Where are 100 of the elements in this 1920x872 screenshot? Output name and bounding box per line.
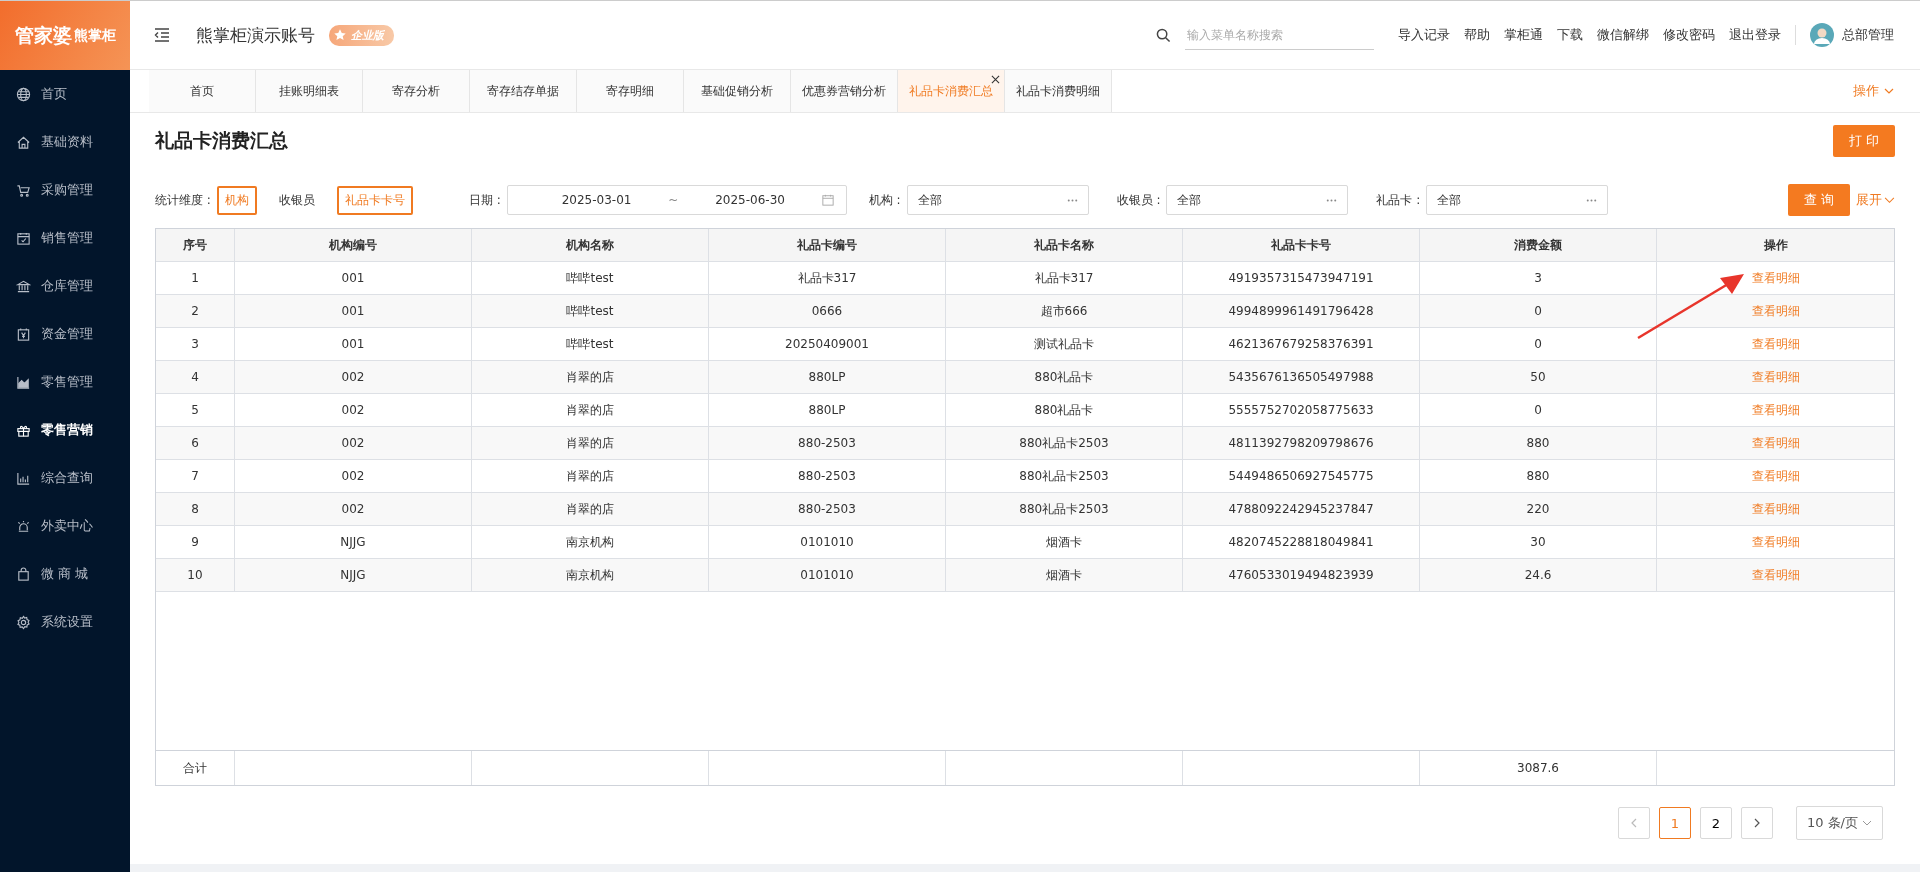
sidebar-item[interactable]: 仓库管理	[0, 262, 130, 310]
page-tab[interactable]: 基础促销分析	[684, 70, 791, 112]
filter-label: 日期 :	[468, 191, 501, 209]
table-cell: 20250409001	[709, 328, 946, 360]
filter-label: 收银员 :	[1116, 191, 1161, 209]
table-cell: 礼品卡317	[709, 262, 946, 294]
table-cell: 880礼品卡2503	[946, 427, 1183, 459]
user-name[interactable]: 总部管理	[1842, 26, 1894, 44]
table-cell: 测试礼品卡	[946, 328, 1183, 360]
table-cell: 50	[1420, 361, 1657, 393]
more-icon	[1066, 198, 1078, 202]
close-icon[interactable]	[991, 75, 1000, 84]
table-cell: 1	[156, 262, 235, 294]
page-tab[interactable]: 首页	[149, 70, 256, 112]
account-name: 熊掌柜演示账号	[196, 23, 315, 47]
cart-icon	[16, 182, 31, 198]
page-tab[interactable]: 礼品卡消费明细	[1005, 70, 1112, 112]
page-button[interactable]: 2	[1699, 807, 1732, 839]
menu-icon[interactable]	[154, 28, 170, 42]
table-cell: 烟酒卡	[946, 526, 1183, 558]
column-header: 礼品卡卡号	[1183, 229, 1420, 261]
table-cell: 南京机构	[472, 559, 709, 591]
select-value: 全部	[1437, 191, 1462, 209]
sidebar-item[interactable]: 外卖中心	[0, 502, 130, 550]
header-link[interactable]: 导入记录	[1398, 26, 1450, 44]
chevron-down-icon	[1862, 820, 1872, 826]
table-cell: 4994899961491796428	[1183, 295, 1420, 327]
dimension-toggle[interactable]: 收银员	[262, 185, 331, 215]
globe-icon	[16, 86, 31, 102]
table-cell: 5	[156, 394, 235, 426]
page-tab[interactable]: 寄存分析	[363, 70, 470, 112]
select-field[interactable]: 全部	[1166, 185, 1349, 215]
table-cell: 9	[156, 526, 235, 558]
settings-icon	[16, 614, 31, 630]
page-tab[interactable]: 寄存明细	[577, 70, 684, 112]
sidebar-item[interactable]: 首页	[0, 70, 130, 118]
table-cell: 0101010	[709, 526, 946, 558]
avatar-icon[interactable]	[1810, 23, 1834, 47]
table-cell: 0	[1420, 394, 1657, 426]
date-separator: ~	[668, 193, 679, 207]
header-link[interactable]: 修改密码	[1663, 26, 1715, 44]
chevron-down-icon	[1884, 196, 1895, 204]
total-cell: 3087.6	[1420, 751, 1657, 785]
sidebar-item[interactable]: 零售营销	[0, 406, 130, 454]
table-cell: 002	[235, 394, 472, 426]
table-cell: 002	[235, 427, 472, 459]
sidebar-item[interactable]: 系统设置	[0, 598, 130, 646]
header-link[interactable]: 微信解绑	[1597, 26, 1649, 44]
table-cell: 880礼品卡	[946, 394, 1183, 426]
page-size-select[interactable]: 10 条/页	[1795, 806, 1883, 840]
date-range-field[interactable]: 2025-03-01 ~ 2025-06-30	[506, 185, 847, 215]
table-cell: 礼品卡317	[946, 262, 1183, 294]
sidebar-item[interactable]: 销售管理	[0, 214, 130, 262]
table-cell: 0	[1420, 328, 1657, 360]
table-cell: 880礼品卡2503	[946, 493, 1183, 525]
sidebar-item[interactable]: 资金管理	[0, 310, 130, 358]
page-tab[interactable]: 优惠券营销分析	[791, 70, 898, 112]
header-link[interactable]: 帮助	[1464, 26, 1490, 44]
page-title: 礼品卡消费汇总	[155, 128, 288, 153]
table-cell: 哔哔test	[472, 328, 709, 360]
sidebar-item[interactable]: 采购管理	[0, 166, 130, 214]
table-cell: 24.6	[1420, 559, 1657, 591]
table-cell: 002	[235, 493, 472, 525]
table-cell: 肖翠的店	[472, 361, 709, 393]
sidebar-item[interactable]: 零售管理	[0, 358, 130, 406]
header-link[interactable]: 掌柜通	[1504, 26, 1543, 44]
calendar-icon	[821, 194, 834, 206]
page-tab[interactable]: 挂账明细表	[256, 70, 363, 112]
page-tab[interactable]: 寄存结存单据	[470, 70, 577, 112]
sidebar-item[interactable]: 基础资料	[0, 118, 130, 166]
table-cell: 4820745228818049841	[1183, 526, 1420, 558]
filter-label: 机构 :	[868, 191, 901, 209]
sidebar-item[interactable]: 微 商 城	[0, 550, 130, 598]
wallet-icon	[16, 326, 31, 342]
table-cell: 3	[156, 328, 235, 360]
bar-chart-icon	[16, 470, 31, 486]
total-label: 合计	[156, 751, 235, 785]
select-field[interactable]: 全部	[906, 185, 1089, 215]
table-cell: 10	[156, 559, 235, 591]
filter-label: 礼品卡 :	[1376, 191, 1421, 209]
column-header: 消费金额	[1420, 229, 1657, 261]
table-cell: 002	[235, 460, 472, 492]
next-page-button[interactable]	[1740, 807, 1773, 839]
select-field[interactable]: 全部	[1426, 185, 1609, 215]
previous-page-button[interactable]	[1617, 807, 1650, 839]
date-to: 2025-06-30	[715, 193, 785, 207]
table-cell: 880礼品卡2503	[946, 460, 1183, 492]
header-link[interactable]: 退出登录	[1729, 26, 1781, 44]
table-cell: 2	[156, 295, 235, 327]
logo-text: 管家婆	[14, 22, 72, 48]
table-cell: 烟酒卡	[946, 559, 1183, 591]
more-icon	[1326, 198, 1338, 202]
header-link[interactable]: 下载	[1557, 26, 1583, 44]
table-cell: 4621367679258376391	[1183, 328, 1420, 360]
edition-badge: 企业版	[329, 24, 394, 46]
table-cell: 880LP	[709, 394, 946, 426]
table-cell: 肖翠的店	[472, 427, 709, 459]
sidebar-item[interactable]: 综合查询	[0, 454, 130, 502]
table-cell: 880-2503	[709, 427, 946, 459]
table-cell: 哔哔test	[472, 295, 709, 327]
